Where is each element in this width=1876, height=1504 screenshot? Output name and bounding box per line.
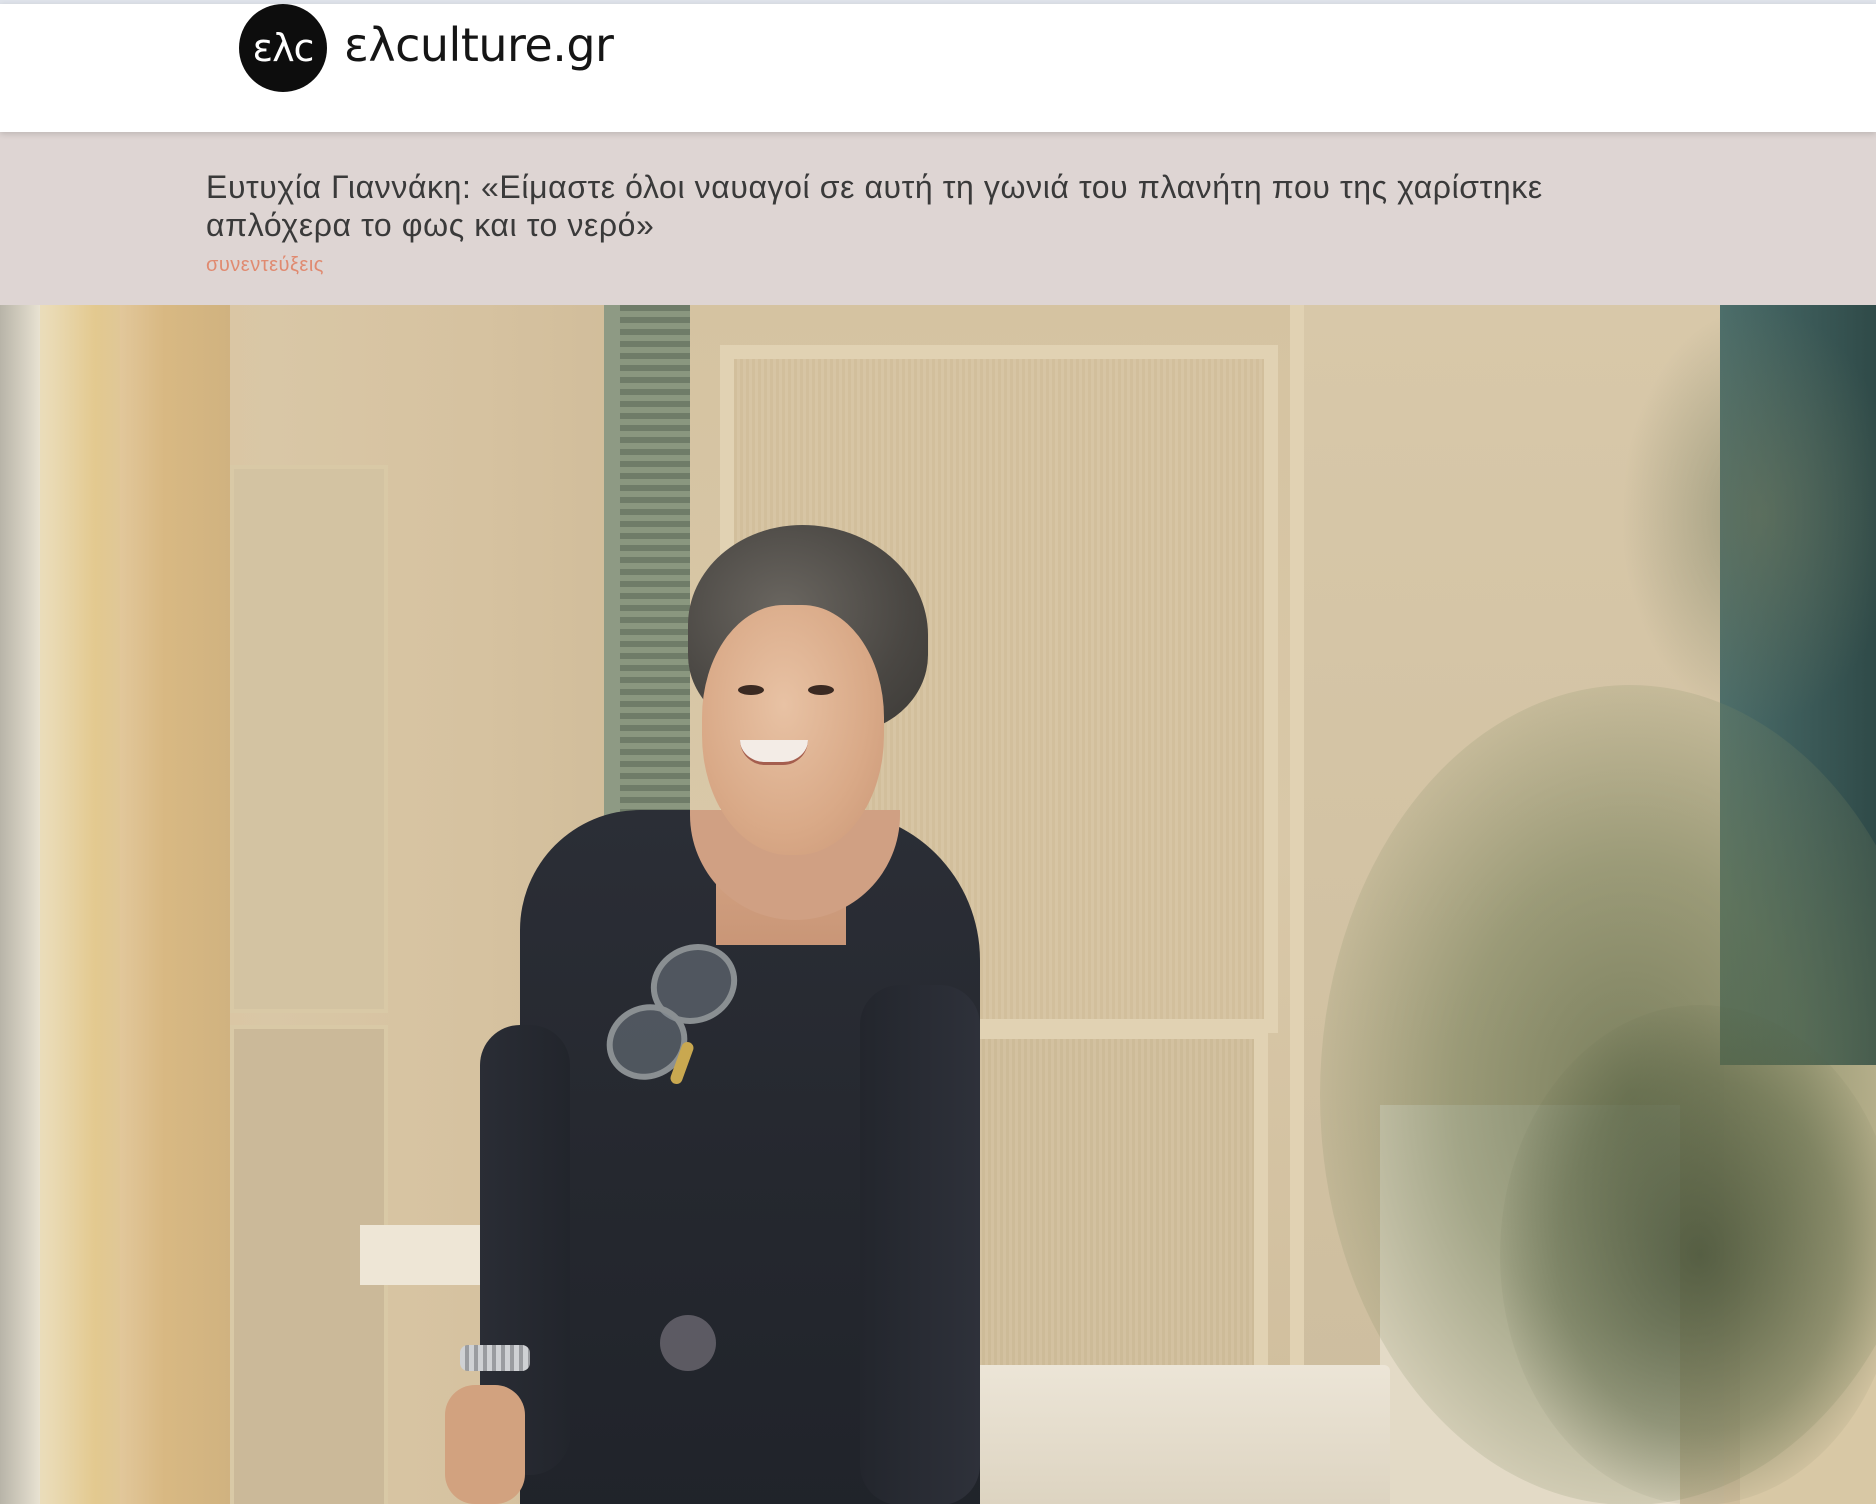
article-title-band: Ευτυχία Γιαννάκη: «Είμαστε όλοι ναυαγοί … bbox=[0, 132, 1876, 305]
site-header: ελc ελculture.gr bbox=[0, 4, 1876, 132]
photo-person-eye-left bbox=[738, 685, 764, 695]
photo-person-face bbox=[702, 605, 884, 855]
photo-wall-edge bbox=[0, 305, 40, 1504]
photo-lens-flare bbox=[660, 1315, 716, 1371]
site-name-link[interactable]: ελculture.gr bbox=[344, 18, 614, 72]
photo-wristwatch bbox=[460, 1345, 530, 1371]
photo-panel-left-upper bbox=[230, 465, 388, 1013]
article-title: Ευτυχία Γιαννάκη: «Είμαστε όλοι ναυαγοί … bbox=[206, 169, 1543, 243]
photo-person-eye-right bbox=[808, 685, 834, 695]
article-hero-image bbox=[0, 305, 1876, 1504]
photo-olive-foliage bbox=[1500, 1005, 1876, 1504]
photo-person-arm-right bbox=[860, 985, 980, 1504]
photo-person-hand bbox=[445, 1385, 525, 1504]
photo-pillar bbox=[120, 305, 230, 1504]
site-logo[interactable]: ελc bbox=[239, 4, 327, 92]
photo-shutter bbox=[620, 305, 690, 865]
article-category-link[interactable]: συνεντεύξεις bbox=[206, 254, 324, 277]
